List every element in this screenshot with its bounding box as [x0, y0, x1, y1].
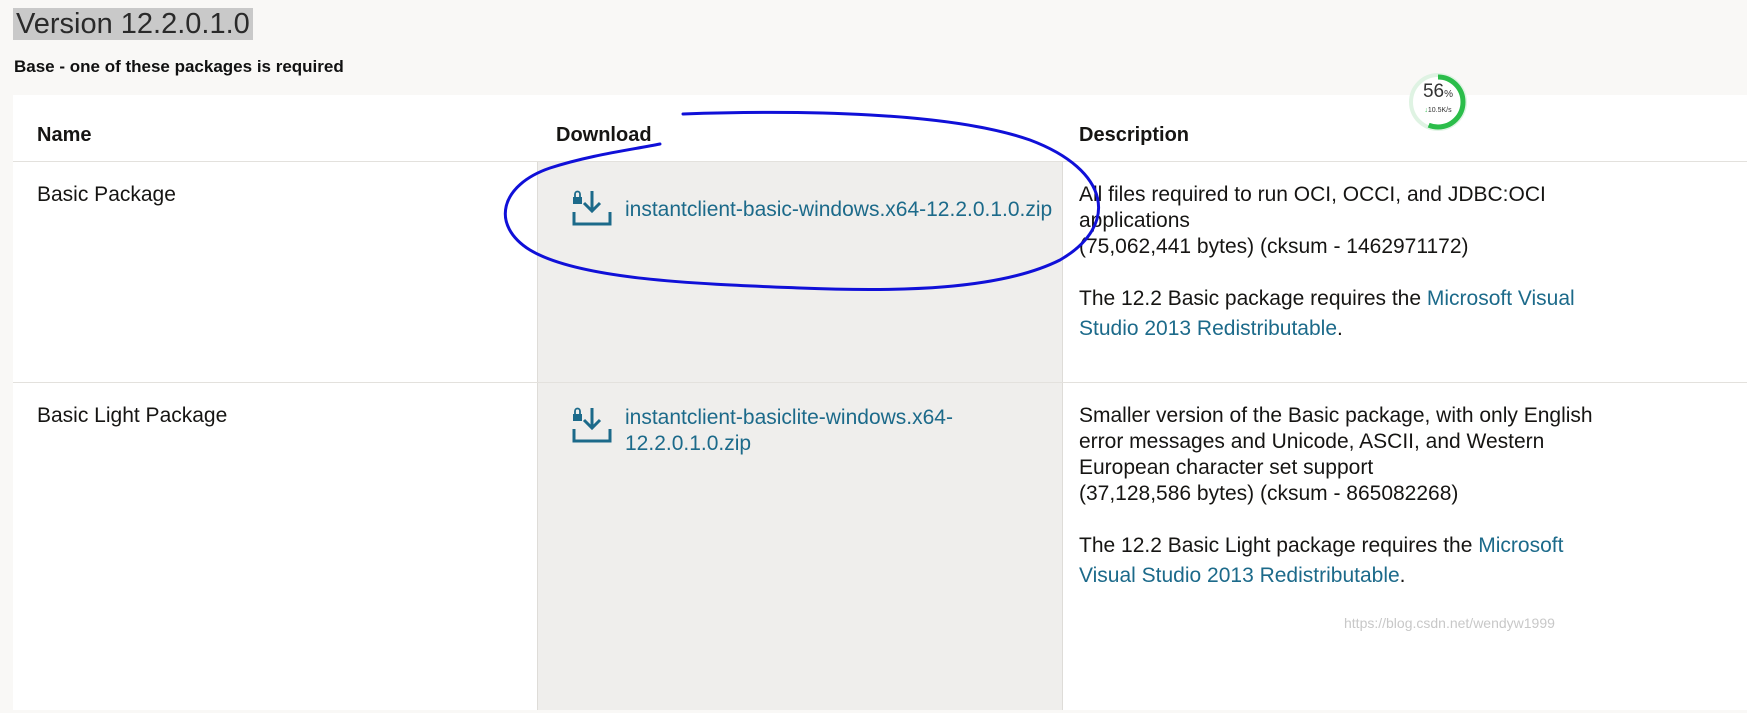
requirement-suffix: .	[1337, 317, 1343, 340]
redistributable-link-part2[interactable]: Studio 2013 Redistributable	[1079, 317, 1337, 340]
redistributable-link-part1[interactable]: Microsoft	[1478, 534, 1563, 557]
desc-line: All files required to run OCI, OCCI, and…	[1079, 183, 1546, 206]
download-progress-widget[interactable]: 56% ↓10.5K/s	[1409, 73, 1467, 131]
download-lock-icon	[572, 407, 612, 443]
desc-line: (75,062,441 bytes) (cksum - 1462971172)	[1079, 235, 1469, 258]
column-header-download: Download	[556, 124, 652, 146]
download-link-basic[interactable]: instantclient-basic-windows.x64-12.2.0.1…	[571, 188, 1052, 228]
package-name-basic: Basic Package	[37, 183, 176, 206]
package-name-basic-light: Basic Light Package	[37, 404, 228, 427]
section-subtitle: Base - one of these packages is required	[14, 57, 344, 76]
download-link-basic-light[interactable]: instantclient-basiclite-windows.x64- 12.2…	[571, 405, 953, 457]
header-divider	[13, 161, 1747, 162]
description-basic: All files required to run OCI, OCCI, and…	[1079, 182, 1744, 344]
desc-line: European character set support	[1079, 456, 1374, 479]
description-basic-light: Smaller version of the Basic package, wi…	[1079, 403, 1744, 591]
redistributable-link-part2[interactable]: Visual Studio 2013 Redistributable	[1079, 564, 1400, 587]
watermark: https://blog.csdn.net/wendyw1999	[1344, 615, 1555, 631]
column-header-name: Name	[37, 124, 92, 146]
requirement-suffix: .	[1399, 564, 1406, 587]
desc-line: Smaller version of the Basic package, wi…	[1079, 404, 1593, 427]
desc-line: (37,128,586 bytes) (cksum - 865082268)	[1079, 482, 1459, 505]
progress-percent: 56%	[1422, 81, 1454, 102]
download-speed: ↓10.5K/s	[1424, 107, 1452, 114]
version-title: Version 12.2.0.1.0	[13, 8, 253, 40]
desc-line: error messages and Unicode, ASCII, and W…	[1079, 430, 1545, 453]
column-header-description: Description	[1079, 124, 1190, 146]
row-divider	[13, 382, 1747, 383]
requirement-text: The 12.2 Basic Light package requires th…	[1079, 531, 1744, 591]
requirement-text: The 12.2 Basic package requires the Micr…	[1079, 284, 1744, 344]
download-lock-icon	[572, 190, 612, 226]
download-filename-basic: instantclient-basic-windows.x64-12.2.0.1…	[625, 198, 1053, 221]
redistributable-link-part1[interactable]: Microsoft Visual	[1427, 287, 1575, 310]
requirement-prefix: The 12.2 Basic Light package requires th…	[1079, 534, 1479, 557]
requirement-prefix: The 12.2 Basic package requires the	[1079, 287, 1427, 310]
desc-line: applications	[1079, 209, 1190, 232]
download-filename-basic-light: instantclient-basiclite-windows.x64- 12.2…	[625, 406, 953, 455]
